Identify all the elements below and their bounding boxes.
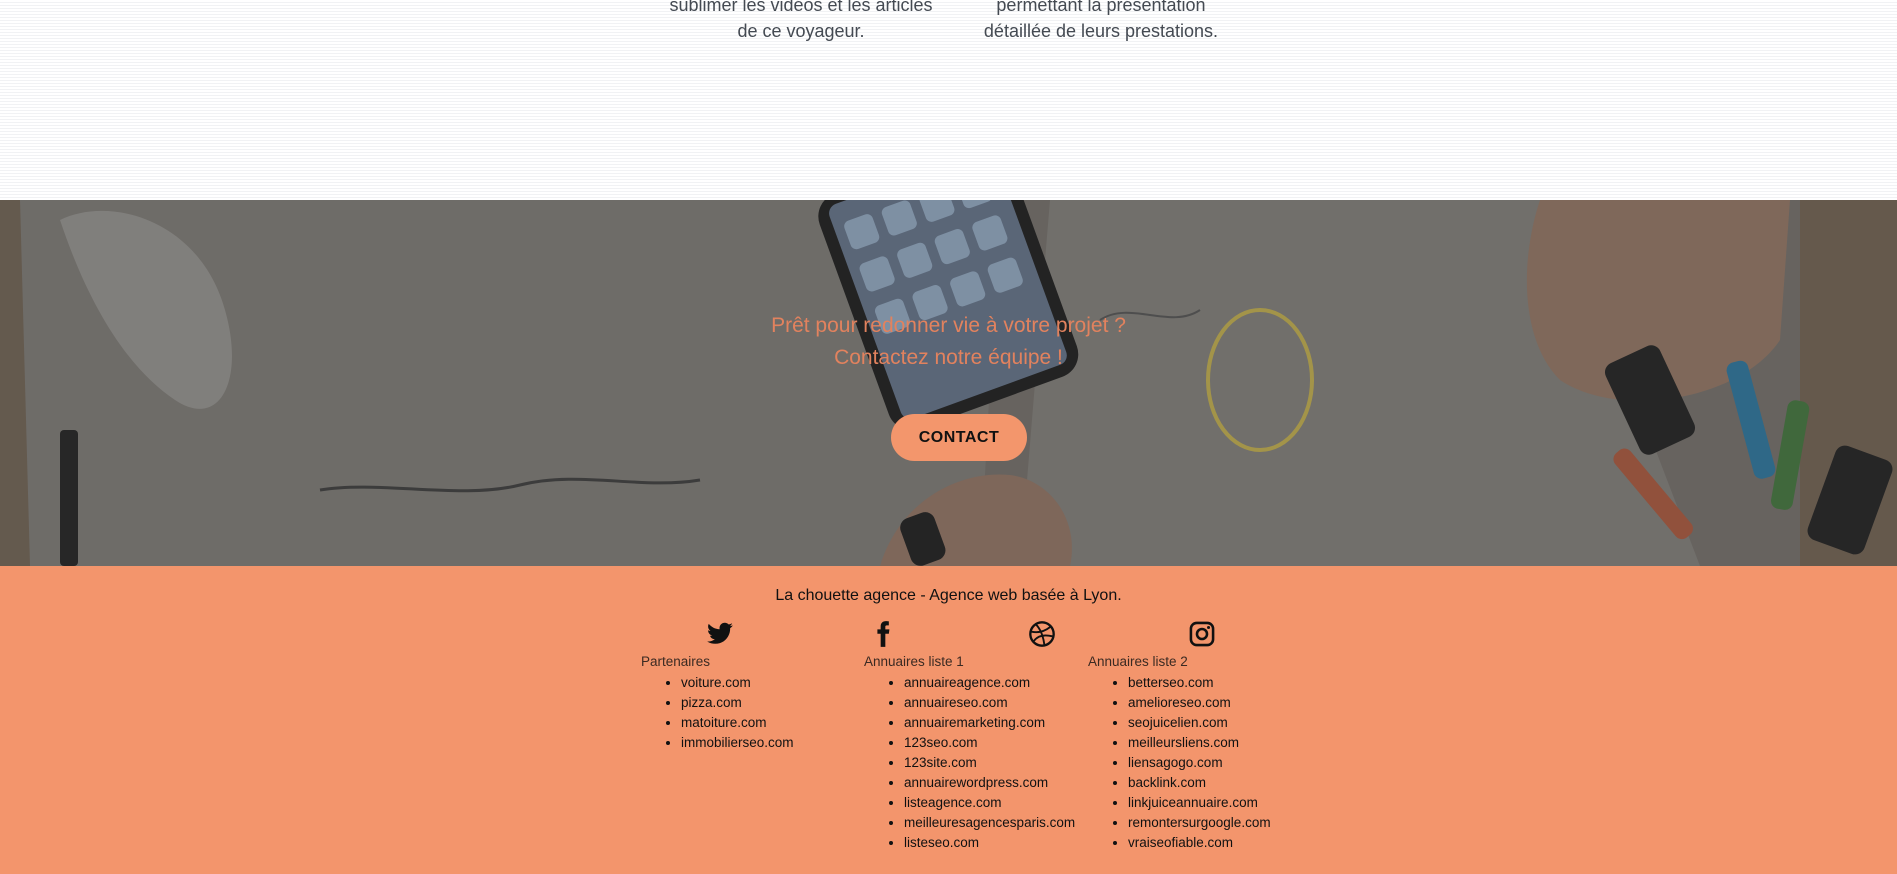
footer-column-heading: Annuaires liste 2 (1088, 654, 1188, 669)
site-footer: La chouette agence - Agence web basée à … (0, 566, 1897, 874)
link-list: annuaireagence.com annuaireseo.com annua… (864, 673, 1075, 853)
twitter-icon[interactable] (706, 620, 736, 650)
list-item[interactable]: liensagogo.com (1128, 753, 1271, 773)
list-item[interactable]: linkjuiceannuaire.com (1128, 793, 1271, 813)
service-text-line: de ce voyageur. (737, 21, 865, 41)
list-item[interactable]: seojuicelien.com (1128, 713, 1271, 733)
list-item[interactable]: 123seo.com (904, 733, 1075, 753)
dribbble-icon[interactable] (1028, 620, 1058, 650)
link-list: betterseo.com amelioreseo.com seojuiceli… (1088, 673, 1271, 853)
list-item[interactable]: matoiture.com (681, 713, 794, 733)
list-item[interactable]: annuairemarketing.com (904, 713, 1075, 733)
instagram-icon[interactable] (1188, 620, 1218, 650)
list-item[interactable]: annuaireagence.com (904, 673, 1075, 693)
dark-overlay (0, 200, 1897, 566)
list-item[interactable]: backlink.com (1128, 773, 1271, 793)
list-item[interactable]: listeagence.com (904, 793, 1075, 813)
contact-button[interactable]: CONTACT (891, 414, 1027, 461)
footer-column-heading: Annuaires liste 1 (864, 654, 964, 669)
list-item[interactable]: immobilierseo.com (681, 733, 794, 753)
list-item[interactable]: meilleursliens.com (1128, 733, 1271, 753)
footer-column-partenaires: Partenaires voiture.com pizza.com matoit… (641, 654, 794, 753)
list-item[interactable]: meilleuresagencesparis.com (904, 813, 1075, 833)
service-text-line: sublimer les vidéos et les articles (669, 0, 933, 15)
service-text-line: détaillée de leurs prestations. (983, 21, 1219, 41)
cta-heading: Prêt pour redonner vie à votre projet ? … (0, 310, 1897, 374)
footer-column-annuaires-2: Annuaires liste 2 betterseo.com ameliore… (1088, 654, 1271, 853)
list-item[interactable]: listeseo.com (904, 833, 1075, 853)
cta-heading-line: Prêt pour redonner vie à votre projet ? (771, 314, 1126, 337)
list-item[interactable]: pizza.com (681, 693, 794, 713)
services-section: sublimer les vidéos et les articles de c… (0, 0, 1897, 200)
cta-section: Prêt pour redonner vie à votre projet ? … (0, 200, 1897, 566)
list-item[interactable]: amelioreseo.com (1128, 693, 1271, 713)
list-item[interactable]: betterseo.com (1128, 673, 1271, 693)
list-item[interactable]: voiture.com (681, 673, 794, 693)
facebook-icon[interactable] (869, 620, 899, 650)
footer-tagline: La chouette agence - Agence web basée à … (775, 587, 1122, 604)
link-list: voiture.com pizza.com matoiture.com immo… (641, 673, 794, 753)
service-description-1: sublimer les vidéos et les articles de c… (656, 0, 946, 44)
service-text-line: permettant la présentation (996, 0, 1206, 15)
list-item[interactable]: annuairewordpress.com (904, 773, 1075, 793)
list-item[interactable]: 123site.com (904, 753, 1075, 773)
list-item[interactable]: vraiseofiable.com (1128, 833, 1271, 853)
list-item[interactable]: annuaireseo.com (904, 693, 1075, 713)
cta-heading-line: Contactez notre équipe ! (834, 346, 1063, 369)
footer-column-heading: Partenaires (641, 654, 711, 669)
service-description-2: permettant la présentation détaillée de … (956, 0, 1246, 44)
list-item[interactable]: remontersurgoogle.com (1128, 813, 1271, 833)
footer-column-annuaires-1: Annuaires liste 1 annuaireagence.com ann… (864, 654, 1075, 853)
